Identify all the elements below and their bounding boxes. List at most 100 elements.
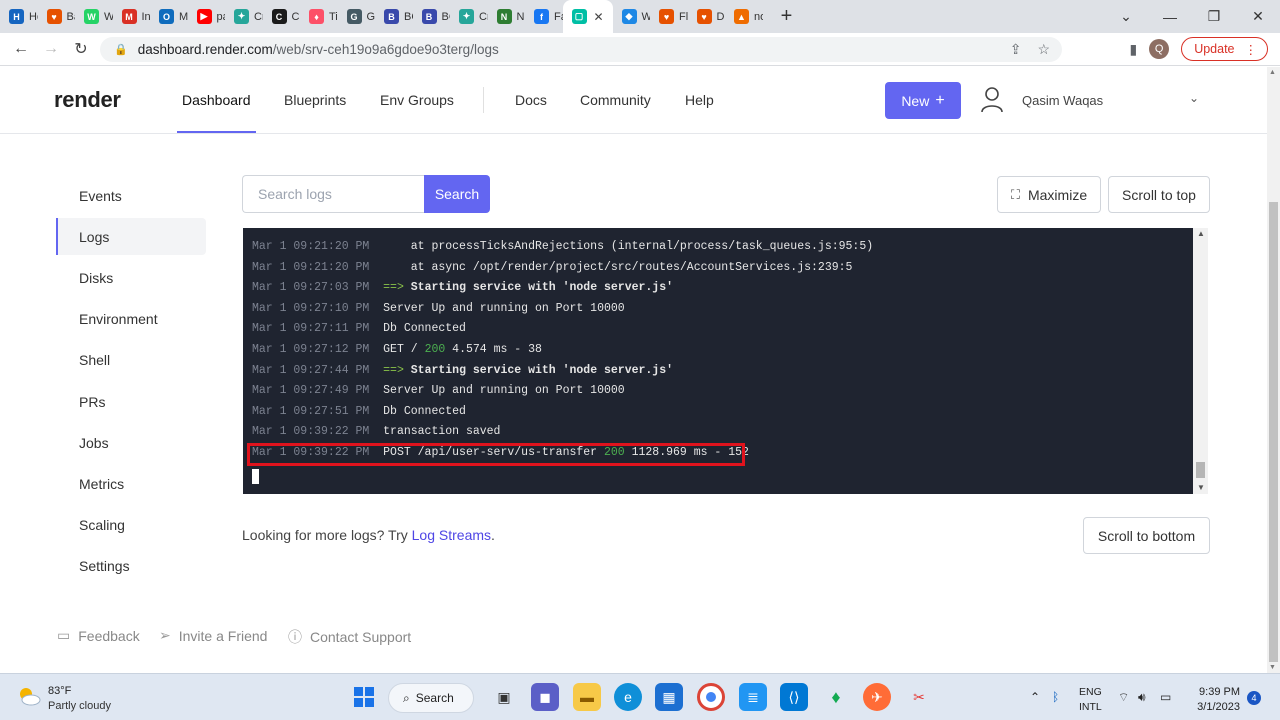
scroll-to-bottom-button[interactable]: Scroll to bottom xyxy=(1083,517,1210,554)
scroll-to-top-button[interactable]: Scroll to top xyxy=(1108,176,1210,213)
user-name[interactable]: Qasim Waqas xyxy=(1022,93,1103,108)
snipping-tool-icon[interactable]: ✂ xyxy=(905,683,933,711)
nav-community[interactable]: Community xyxy=(580,92,651,108)
restore-button[interactable]: ❐ xyxy=(1192,8,1236,25)
nav-env-groups[interactable]: Env Groups xyxy=(380,92,454,108)
tab-search-chevron-icon[interactable]: ⌄ xyxy=(1104,8,1148,25)
browser-tab[interactable]: O Ma xyxy=(150,0,188,33)
scroll-down-arrow-icon[interactable]: ▼ xyxy=(1269,664,1276,671)
show-hidden-icons-chevron[interactable]: ⌃ xyxy=(1030,690,1040,704)
notification-badge[interactable]: 4 xyxy=(1247,691,1261,705)
log-scrollbar[interactable]: ▲ ▼ xyxy=(1193,228,1208,494)
browser-tab[interactable]: ♥ Da xyxy=(688,0,725,33)
sidebar-item-disks[interactable]: Disks xyxy=(56,259,206,296)
sidebar-item-prs[interactable]: PRs xyxy=(56,383,206,420)
browser-tab[interactable]: B BC xyxy=(413,0,450,33)
sidebar-item-settings[interactable]: Settings xyxy=(56,548,206,585)
start-icon[interactable] xyxy=(350,683,378,711)
language-indicator[interactable]: ENG INTL xyxy=(1079,685,1102,715)
sidebar-item-shell[interactable]: Shell xyxy=(56,342,206,379)
weather-desc[interactable]: Partly cloudy xyxy=(48,700,111,712)
support-label: Contact Support xyxy=(310,629,412,645)
new-tab-button[interactable]: + xyxy=(775,5,799,28)
contact-support-link[interactable]: ⓘ Contact Support xyxy=(288,627,411,647)
sidebar-item-jobs[interactable]: Jobs xyxy=(56,424,206,461)
update-button[interactable]: Update ⋮ xyxy=(1181,37,1268,61)
browser-tab[interactable]: ▢ ✕ xyxy=(562,0,613,33)
notepad-icon[interactable]: ≣ xyxy=(739,683,767,711)
browser-tab[interactable]: ◆ Wa xyxy=(613,0,650,33)
chrome-icon[interactable] xyxy=(697,683,725,711)
sidebar-item-environment[interactable]: Environment xyxy=(56,301,206,338)
mongodb-icon[interactable]: ♦ xyxy=(822,683,850,711)
url-field[interactable]: 🔒 dashboard.render.com/web/srv-ceh19o9a6… xyxy=(100,37,1062,62)
nav-blueprints[interactable]: Blueprints xyxy=(284,92,346,108)
postman-icon[interactable]: ✈ xyxy=(863,683,891,711)
file-explorer-icon[interactable]: ▬ xyxy=(573,683,601,711)
side-panel-icon[interactable]: ▮ xyxy=(1129,41,1137,58)
volume-icon[interactable]: 🔊︎ xyxy=(1138,690,1146,705)
search-logs-input[interactable] xyxy=(242,175,424,213)
browser-tab[interactable]: ▶ pa xyxy=(188,0,225,33)
teams-chat-icon[interactable]: ◼ xyxy=(531,683,559,711)
forward-button[interactable]: → xyxy=(36,40,66,58)
nav-help[interactable]: Help xyxy=(685,92,714,108)
browser-tab[interactable]: ✦ Cre xyxy=(225,0,263,33)
bookmark-star-icon[interactable]: ☆ xyxy=(1037,41,1050,58)
browser-tab[interactable]: f Fac xyxy=(525,0,563,33)
partly-cloudy-icon[interactable] xyxy=(16,686,42,706)
new-button-label: New xyxy=(901,92,930,109)
browser-tab[interactable]: C Cry xyxy=(263,0,300,33)
new-button[interactable]: New + xyxy=(885,82,961,119)
browser-tab[interactable]: N Na xyxy=(488,0,525,33)
scroll-up-arrow-icon[interactable]: ▲ xyxy=(1269,69,1276,76)
bluetooth-icon[interactable]: ᛒ xyxy=(1052,690,1059,704)
browser-tab[interactable]: ♦ Tin xyxy=(300,0,338,33)
battery-icon[interactable]: ▭ xyxy=(1160,690,1171,704)
sidebar-item-events[interactable]: Events xyxy=(56,177,206,214)
sidebar-item-logs[interactable]: Logs xyxy=(56,218,206,256)
taskbar-search[interactable]: ⌕ Search xyxy=(388,683,474,713)
sidebar-item-metrics[interactable]: Metrics xyxy=(56,465,206,502)
nav-docs[interactable]: Docs xyxy=(515,92,547,108)
browser-tab[interactable]: H Ho xyxy=(0,0,38,33)
edge-icon[interactable]: e xyxy=(614,683,642,711)
browser-tab[interactable]: B BC xyxy=(375,0,413,33)
vscode-icon[interactable]: ⟨⟩ xyxy=(780,683,808,711)
browser-tab[interactable]: ♥ Ba xyxy=(38,0,75,33)
store-icon[interactable]: ▦ xyxy=(655,683,683,711)
log-streams-link[interactable]: Log Streams xyxy=(412,527,491,543)
minimize-button[interactable]: — xyxy=(1148,9,1192,25)
render-logo[interactable]: render xyxy=(54,87,121,113)
user-icon[interactable] xyxy=(980,86,1004,114)
search-button[interactable]: Search xyxy=(424,175,490,213)
back-button[interactable]: ← xyxy=(6,40,36,58)
browser-tab[interactable]: M Inb xyxy=(113,0,150,33)
task-view-icon[interactable]: ▣ xyxy=(490,683,518,711)
share-icon[interactable]: ⇪ xyxy=(1010,41,1022,58)
invite-friend-link[interactable]: ➢ Invite a Friend xyxy=(159,627,267,644)
browser-tab[interactable]: G Gr xyxy=(338,0,375,33)
weather-temp[interactable]: 83°F xyxy=(48,685,71,697)
clock[interactable]: 9:39 PM 3/1/2023 xyxy=(1196,685,1240,715)
window-close-button[interactable]: ✕ xyxy=(1236,8,1280,25)
wifi-icon[interactable]: ⌔ xyxy=(1118,690,1129,705)
nav-dashboard[interactable]: Dashboard xyxy=(182,92,251,108)
browser-tab[interactable]: ✦ Cre xyxy=(450,0,488,33)
reload-button[interactable]: ↻ xyxy=(66,39,96,59)
log-panel[interactable]: Mar 1 09:21:20 PM at processTicksAndReje… xyxy=(243,228,1193,494)
feedback-link[interactable]: ▭ Feedback xyxy=(57,627,140,644)
chevron-down-icon[interactable]: ⌄ xyxy=(1189,91,1199,105)
browser-tab[interactable]: W Wh xyxy=(75,0,113,33)
browser-tab[interactable]: ♥ Flu xyxy=(650,0,688,33)
maximize-button[interactable]: ⛶ Maximize xyxy=(997,176,1101,213)
browser-tab[interactable]: ▲ no xyxy=(725,0,763,33)
log-scroll-up-icon[interactable]: ▲ xyxy=(1197,229,1205,238)
log-scrollbar-thumb[interactable] xyxy=(1196,462,1205,478)
sidebar-item-scaling[interactable]: Scaling xyxy=(56,507,206,544)
log-scroll-down-icon[interactable]: ▼ xyxy=(1197,483,1205,492)
page-scrollbar[interactable]: ▲ ▼ xyxy=(1267,67,1280,673)
page-scrollbar-thumb[interactable] xyxy=(1269,202,1278,662)
tab-close-icon[interactable]: ✕ xyxy=(594,10,604,24)
profile-avatar[interactable]: Q xyxy=(1149,39,1170,59)
